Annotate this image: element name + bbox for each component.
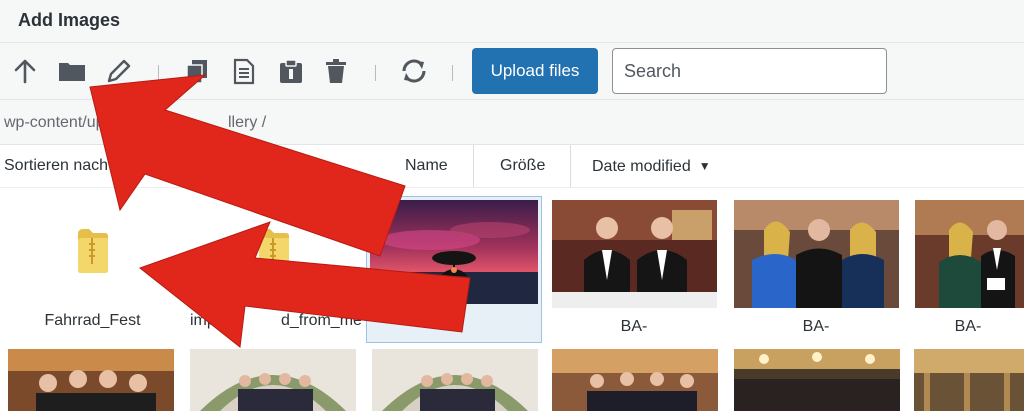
toolbar-separator xyxy=(158,65,159,81)
image-thumbnail xyxy=(370,200,538,304)
image-thumbnail xyxy=(915,200,1024,308)
image-tile[interactable]: BA- xyxy=(549,198,719,343)
image-tile[interactable] xyxy=(914,349,1024,411)
toolbar-separator xyxy=(375,65,376,81)
sort-size-label: Größe xyxy=(500,157,546,174)
trash-icon[interactable] xyxy=(322,57,350,85)
refresh-icon[interactable] xyxy=(400,57,428,85)
sort-label: Sortieren nach: xyxy=(4,157,113,174)
sort-name-label: Name xyxy=(405,157,448,174)
image-thumbnail xyxy=(190,349,356,411)
folder-tile[interactable]: Fahrrad_Fest xyxy=(5,194,180,344)
caret-down-icon: ▼ xyxy=(698,159,711,173)
folder-name-end: d_from_medi xyxy=(281,312,361,329)
breadcrumb: wp-content/uplo llery / xyxy=(0,100,1024,145)
image-thumbnail xyxy=(552,200,717,308)
image-thumbnail xyxy=(914,349,1024,411)
image-tile[interactable]: BA- xyxy=(731,198,901,343)
sort-by-size[interactable]: Größe xyxy=(473,145,545,187)
modal-title: Add Images xyxy=(18,10,121,30)
search-input[interactable] xyxy=(612,48,887,94)
image-thumbnail xyxy=(552,349,718,411)
image-tile-selected[interactable]: e- xyxy=(366,196,542,343)
image-thumbnail xyxy=(8,349,174,411)
folder-name: Fahrrad_Fest xyxy=(44,312,141,329)
file-grid: Fahrrad_Fest imp d_from_medi xyxy=(0,188,1024,411)
image-tile[interactable] xyxy=(552,349,718,411)
image-tile[interactable] xyxy=(734,349,900,411)
toolbar-separator xyxy=(452,65,453,81)
sort-date-label: Date modified xyxy=(592,158,691,175)
image-tile[interactable]: BA- xyxy=(912,198,1024,343)
image-name: BA- xyxy=(954,318,982,335)
copy-icon[interactable] xyxy=(183,57,211,85)
modal-header: Add Images xyxy=(0,0,1024,43)
folder-icon xyxy=(259,229,289,273)
breadcrumb-path-end[interactable]: llery / xyxy=(228,114,266,132)
breadcrumb-path-start[interactable]: wp-content/uplo xyxy=(4,114,117,132)
arrow-up-icon[interactable] xyxy=(11,57,39,85)
folder-tile[interactable]: imp d_from_medi xyxy=(186,194,361,344)
image-name: e- xyxy=(397,310,412,327)
folder-icon[interactable] xyxy=(58,57,86,85)
image-tile[interactable] xyxy=(372,349,538,411)
folder-icon xyxy=(78,229,108,273)
sort-bar: Sortieren nach: Name Größe Date modified… xyxy=(0,145,1024,188)
image-thumbnail xyxy=(372,349,538,411)
image-tile[interactable] xyxy=(8,349,174,411)
paste-icon[interactable] xyxy=(277,57,305,85)
pencil-icon[interactable] xyxy=(105,57,133,85)
image-thumbnail xyxy=(734,200,899,308)
sort-by-date-modified[interactable]: Date modified ▼ xyxy=(570,145,711,187)
image-tile[interactable] xyxy=(190,349,356,411)
upload-files-button[interactable]: Upload files xyxy=(472,48,598,94)
image-thumbnail xyxy=(734,349,900,411)
document-icon[interactable] xyxy=(230,57,258,85)
toolbar: Upload files xyxy=(0,43,1024,100)
image-name: BA- xyxy=(802,318,830,335)
sort-by-name[interactable]: Name xyxy=(405,145,448,187)
image-name: BA- xyxy=(620,318,648,335)
